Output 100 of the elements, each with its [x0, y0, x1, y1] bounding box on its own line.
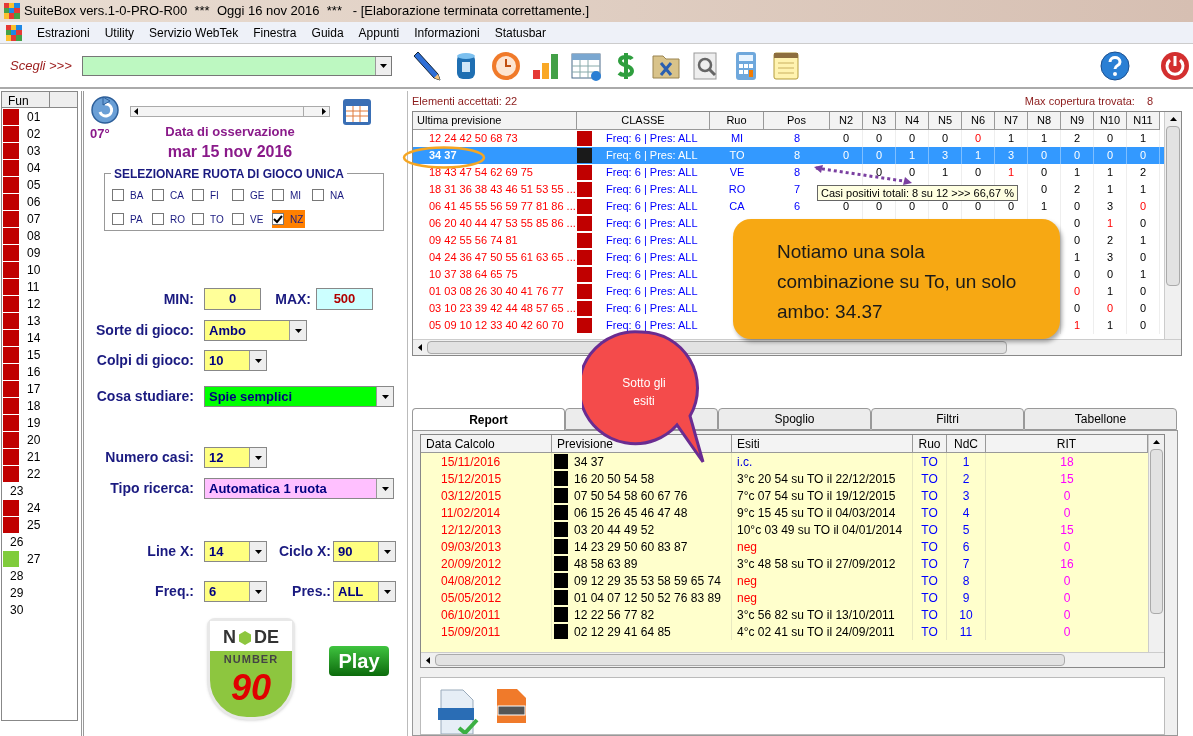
- checkbox[interactable]: [232, 213, 244, 225]
- tab[interactable]: Spoglio: [718, 408, 871, 430]
- list-item[interactable]: 21: [27, 447, 41, 466]
- list-item[interactable]: 02: [27, 124, 41, 143]
- table-cell[interactable]: 18 43 47 54 62 69 75: [429, 164, 533, 181]
- list-item[interactable]: 09: [27, 243, 41, 262]
- column-header[interactable]: N9: [1061, 111, 1094, 130]
- list-item[interactable]: 20: [27, 430, 41, 449]
- checkbox[interactable]: [272, 189, 284, 201]
- refresh-icon[interactable]: [90, 93, 120, 125]
- dropdown[interactable]: Automatica 1 ruota: [204, 478, 394, 499]
- list-item[interactable]: 22: [27, 464, 41, 483]
- list-item[interactable]: 18: [27, 396, 41, 415]
- list-item[interactable]: 26: [10, 532, 24, 551]
- column-header[interactable]: Data Calcolo: [421, 435, 552, 453]
- column-header[interactable]: CLASSE: [577, 111, 710, 130]
- vertical-scrollbar[interactable]: [1164, 111, 1181, 339]
- checkbox[interactable]: [272, 213, 284, 225]
- menu-item[interactable]: Estrazioni: [37, 23, 90, 42]
- table-cell[interactable]: 09 42 55 56 74 81: [429, 232, 518, 249]
- column-header[interactable]: Ruo: [710, 111, 764, 130]
- list-item[interactable]: 24: [27, 498, 41, 517]
- clock-icon[interactable]: [490, 49, 522, 82]
- list-item[interactable]: 25: [27, 515, 41, 534]
- list-item[interactable]: 28: [10, 566, 24, 585]
- list-item[interactable]: 15: [27, 345, 41, 364]
- list-item[interactable]: 19: [27, 413, 41, 432]
- column-header[interactable]: N2: [830, 111, 863, 130]
- right-arrow-icon[interactable]: [319, 107, 329, 116]
- checkbox[interactable]: [232, 189, 244, 201]
- checkbox[interactable]: [152, 213, 164, 225]
- notepad-icon[interactable]: [770, 49, 802, 82]
- dropdown[interactable]: 12: [204, 447, 267, 468]
- list-item[interactable]: 27: [27, 549, 41, 568]
- table-cell[interactable]: 01 03 08 26 30 40 41 76 77: [429, 283, 564, 300]
- dropdown[interactable]: Spie semplici: [204, 386, 394, 407]
- table-cell[interactable]: 03 10 23 39 42 44 48 57 65 ...: [429, 300, 576, 317]
- choose-dropdown[interactable]: [82, 55, 392, 76]
- list-item[interactable]: 11: [27, 277, 40, 296]
- dropdown[interactable]: 6: [204, 581, 267, 602]
- menu-item[interactable]: Guida: [311, 23, 344, 42]
- scroll-thumb[interactable]: [435, 654, 1065, 666]
- vertical-scrollbar[interactable]: [1148, 435, 1164, 652]
- list-item[interactable]: 17: [27, 379, 41, 398]
- scroll-thumb[interactable]: [1150, 449, 1163, 614]
- list-item[interactable]: 05: [27, 175, 41, 194]
- table-cell[interactable]: 12 24 42 50 68 73: [429, 130, 518, 147]
- dropdown[interactable]: 90: [333, 541, 396, 562]
- table-cell[interactable]: 18 31 36 38 43 46 51 53 55 ...: [429, 181, 576, 198]
- column-header[interactable]: N10: [1094, 111, 1127, 130]
- left-arrow-icon[interactable]: [131, 107, 141, 116]
- dropdown[interactable]: Ambo: [204, 320, 307, 341]
- menu-item[interactable]: Utility: [104, 23, 135, 42]
- menu-item[interactable]: Statusbar: [494, 23, 547, 42]
- list-item[interactable]: 16: [27, 362, 41, 381]
- dropdown[interactable]: 10: [204, 350, 267, 371]
- list-item[interactable]: 07: [27, 209, 41, 228]
- column-header[interactable]: Esiti: [732, 435, 913, 453]
- tab[interactable]: Filtri: [871, 408, 1024, 430]
- table-cell[interactable]: 04 24 36 47 50 55 61 63 65 ...: [429, 249, 576, 266]
- column-header[interactable]: N5: [929, 111, 962, 130]
- column-header[interactable]: Ruo: [913, 435, 947, 453]
- list-item[interactable]: 10: [27, 260, 41, 279]
- list-item[interactable]: 29: [10, 583, 24, 602]
- list-item[interactable]: 14: [27, 328, 41, 347]
- html-file-check-icon[interactable]: [437, 688, 481, 734]
- min-field[interactable]: 0: [204, 288, 261, 310]
- max-field[interactable]: 500: [316, 288, 373, 310]
- date-scrollbar[interactable]: [130, 106, 330, 117]
- column-header[interactable]: N8: [1028, 111, 1061, 130]
- html-file-icon[interactable]: [495, 688, 527, 724]
- menu-item[interactable]: Servizio WebTek: [149, 23, 239, 42]
- column-header[interactable]: Pos: [764, 111, 830, 130]
- checkbox[interactable]: [112, 189, 124, 201]
- menu-item[interactable]: Appunti: [358, 23, 400, 42]
- checkbox[interactable]: [112, 213, 124, 225]
- scroll-thumb[interactable]: [1166, 125, 1180, 286]
- table-cell[interactable]: 05 09 10 12 33 40 42 60 70: [429, 317, 564, 334]
- play-button[interactable]: Play: [329, 646, 389, 676]
- column-header[interactable]: Ultima previsione: [413, 111, 577, 130]
- list-item[interactable]: 06: [27, 192, 41, 211]
- column-header[interactable]: RIT: [986, 435, 1148, 453]
- list-item[interactable]: 30: [10, 600, 24, 619]
- list-item[interactable]: 01: [27, 107, 41, 126]
- tab[interactable]: Tabellone: [1024, 408, 1177, 430]
- list-item[interactable]: 03: [27, 141, 41, 160]
- column-header[interactable]: N11: [1127, 111, 1160, 130]
- table-cell[interactable]: 06 20 40 44 47 53 55 85 86 ...: [429, 215, 576, 232]
- power-icon[interactable]: [1159, 49, 1191, 82]
- list-item[interactable]: 08: [27, 226, 41, 245]
- help-icon[interactable]: [1099, 49, 1131, 82]
- checkbox[interactable]: [192, 213, 204, 225]
- list-item[interactable]: 04: [27, 158, 41, 177]
- list-item[interactable]: 13: [27, 311, 41, 330]
- checkbox[interactable]: [192, 189, 204, 201]
- tab[interactable]: Report: [412, 408, 565, 431]
- column-header[interactable]: N3: [863, 111, 896, 130]
- table-cell[interactable]: 06 41 45 55 56 59 77 81 86 ...: [429, 198, 576, 215]
- dropdown[interactable]: 14: [204, 541, 267, 562]
- checkbox[interactable]: [152, 189, 164, 201]
